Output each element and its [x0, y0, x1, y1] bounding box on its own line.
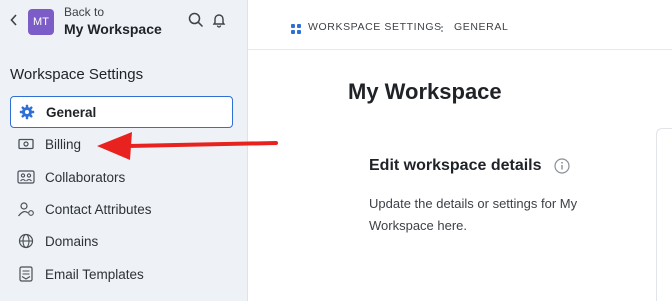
back-chevron-icon[interactable]: [8, 12, 20, 28]
workspace-name[interactable]: My Workspace: [64, 21, 162, 37]
sidebar-item-general[interactable]: General: [10, 96, 233, 128]
info-icon[interactable]: [554, 158, 570, 174]
section-description: Update the details or settings for My Wo…: [369, 196, 578, 233]
bell-icon[interactable]: [211, 12, 227, 28]
breadcrumb-separator-icon: [440, 21, 444, 32]
sidebar-item-collaborators[interactable]: Collaborators: [10, 161, 233, 193]
section-title: Edit workspace details: [369, 157, 542, 174]
sidebar-item-domains[interactable]: Domains: [10, 225, 233, 257]
search-icon[interactable]: [188, 12, 204, 28]
billing-icon: [17, 135, 35, 153]
details-card-edge: [656, 128, 672, 301]
globe-icon: [17, 232, 35, 250]
breadcrumb-general: GENERAL: [454, 21, 509, 33]
sidebar: MT Back to My Workspace Workspace Settin…: [0, 0, 248, 301]
sidebar-item-billing[interactable]: Billing: [10, 128, 233, 160]
sidebar-item-label: Collaborators: [45, 169, 126, 185]
back-to-label[interactable]: Back to: [64, 5, 104, 19]
sidebar-item-label: Email Templates: [45, 266, 144, 282]
workspace-avatar[interactable]: MT: [28, 9, 54, 35]
breadcrumb-workspace-settings[interactable]: WORKSPACE SETTINGS: [308, 21, 442, 33]
page-title: My Workspace: [348, 79, 502, 104]
main-content: WORKSPACE SETTINGS GENERAL My Workspace …: [248, 0, 672, 301]
gear-icon: [18, 103, 36, 121]
contact-attributes-icon: [17, 200, 35, 218]
sidebar-item-email-templates[interactable]: Email Templates: [10, 258, 233, 290]
sidebar-title: Workspace Settings: [10, 66, 144, 83]
sidebar-item-contact-attributes[interactable]: Contact Attributes: [10, 193, 233, 225]
collaborators-icon: [17, 168, 35, 186]
sidebar-item-label: Domains: [45, 233, 99, 249]
sidebar-header: MT Back to My Workspace: [0, 0, 248, 46]
breadcrumb: WORKSPACE SETTINGS GENERAL: [248, 0, 672, 50]
sidebar-item-label: General: [46, 104, 97, 120]
sidebar-item-label: Contact Attributes: [45, 201, 152, 217]
email-templates-icon: [17, 265, 35, 283]
sidebar-item-label: Billing: [45, 136, 82, 152]
grid-icon: [291, 21, 301, 34]
